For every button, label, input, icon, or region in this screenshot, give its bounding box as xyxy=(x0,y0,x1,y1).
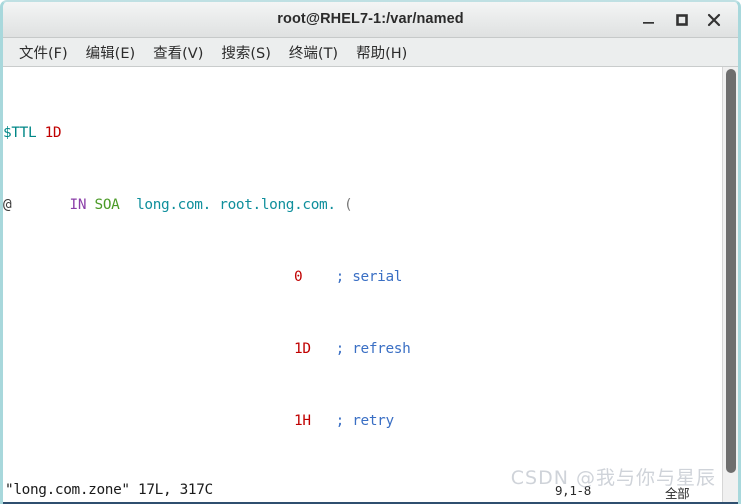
minimize-button[interactable] xyxy=(639,10,659,30)
soa-type: SOA xyxy=(94,197,120,213)
soa-mname: long.com. xyxy=(136,197,211,213)
terminal-window: root@RHEL7-1:/var/named 文件(F) 编辑(E) 查看(V… xyxy=(0,0,741,504)
editor-line: 0 ; serial xyxy=(3,268,419,286)
soa-open-paren: ( xyxy=(343,197,353,213)
soa-refresh-comment: ; refresh xyxy=(335,341,411,357)
scrollbar-footer-stub xyxy=(722,478,738,504)
soa-serial-comment: ; serial xyxy=(335,269,403,285)
menu-item-view[interactable]: 查看(V) xyxy=(144,40,212,65)
status-cursor-position: 9,1-8 xyxy=(555,483,591,498)
ttl-value: 1D xyxy=(44,125,62,141)
status-scroll-position: 全部 xyxy=(665,486,690,501)
vim-status-bar: "long.com.zone" 17L, 317C 9,1-8 全部 xyxy=(3,478,738,504)
terminal-viewport[interactable]: $TTL 1D @ IN SOA long.com. root.long.com… xyxy=(3,67,738,479)
editor-line: 1H ; retry xyxy=(3,412,419,430)
ttl-directive: $TTL xyxy=(3,125,37,141)
soa-retry-comment: ; retry xyxy=(335,413,395,429)
menu-item-file[interactable]: 文件(F) xyxy=(10,40,77,65)
menu-item-terminal[interactable]: 终端(T) xyxy=(280,40,347,65)
menu-item-edit[interactable]: 编辑(E) xyxy=(77,40,144,65)
maximize-icon xyxy=(676,14,688,26)
minimize-icon xyxy=(643,22,654,24)
soa-rname: root.long.com. xyxy=(219,197,336,213)
soa-class: IN xyxy=(69,197,87,213)
menu-bar: 文件(F) 编辑(E) 查看(V) 搜索(S) 终端(T) 帮助(H) xyxy=(3,38,738,67)
status-file-info: "long.com.zone" 17L, 317C xyxy=(5,482,213,498)
soa-refresh-value: 1D xyxy=(294,341,311,357)
close-button[interactable] xyxy=(704,10,724,30)
maximize-button[interactable] xyxy=(672,10,692,30)
vim-buffer[interactable]: $TTL 1D @ IN SOA long.com. root.long.com… xyxy=(3,70,419,479)
close-icon xyxy=(707,13,721,27)
title-bar: root@RHEL7-1:/var/named xyxy=(3,2,738,38)
menu-item-search[interactable]: 搜索(S) xyxy=(212,40,280,65)
editor-line: @ IN SOA long.com. root.long.com. ( xyxy=(3,196,419,214)
menu-item-help[interactable]: 帮助(H) xyxy=(347,40,416,65)
scrollbar-thumb[interactable] xyxy=(726,69,736,473)
soa-retry-value: 1H xyxy=(294,413,311,429)
editor-line: 1D ; refresh xyxy=(3,340,419,358)
window-title: root@RHEL7-1:/var/named xyxy=(277,11,464,27)
editor-line: $TTL 1D xyxy=(3,124,419,142)
vertical-scrollbar[interactable] xyxy=(722,67,738,479)
